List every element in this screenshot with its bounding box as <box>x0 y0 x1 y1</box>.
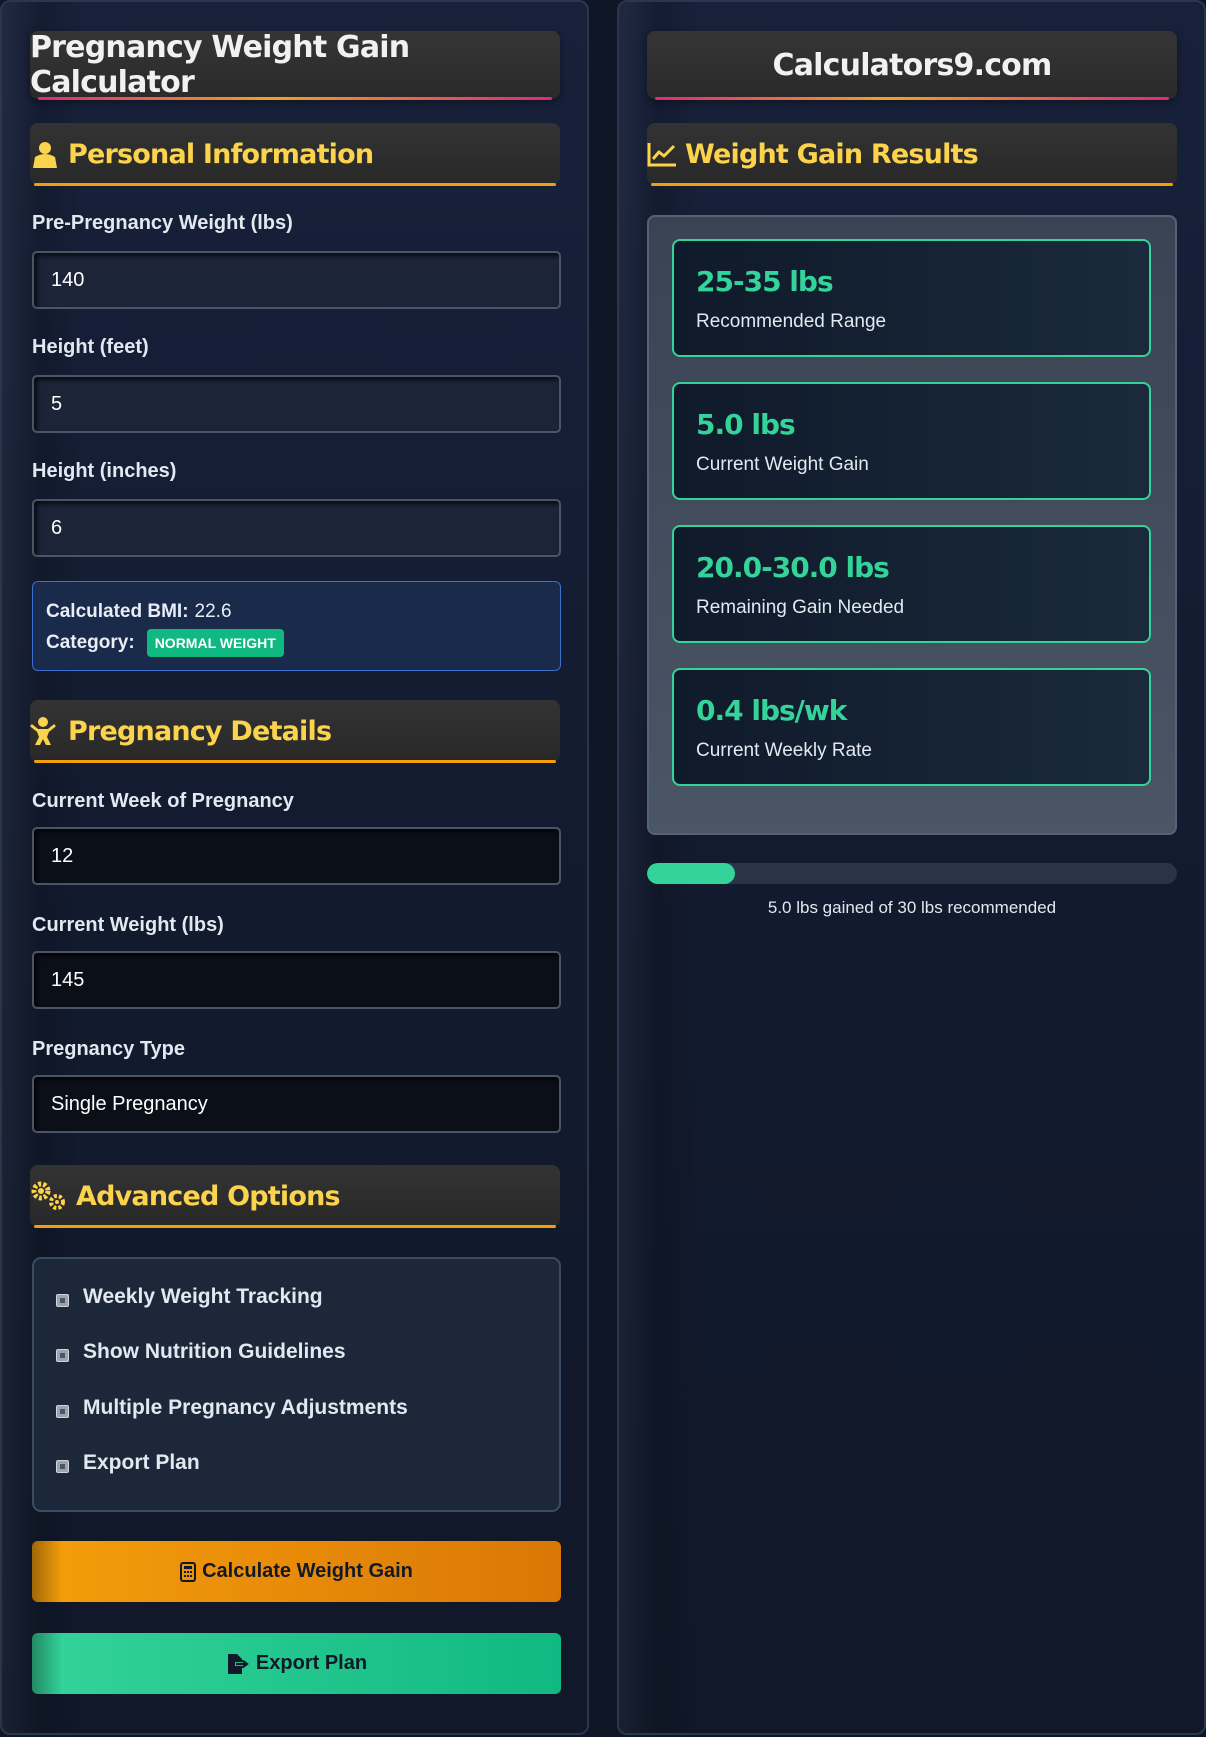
checkbox-icon[interactable] <box>56 1404 69 1418</box>
option-label: Show Nutrition Guidelines <box>83 1340 346 1363</box>
pregnancy-type-select[interactable]: Single Pregnancy <box>32 1075 561 1133</box>
advanced-options-header: Advanced Options <box>30 1165 560 1228</box>
result-card-remaining-gain: 20.0-30.0 lbs Remaining Gain Needed <box>672 525 1151 643</box>
checkbox-icon[interactable] <box>56 1293 69 1307</box>
height-feet-input[interactable]: 5 <box>32 375 561 433</box>
option-multiple-pregnancy[interactable]: Multiple Pregnancy Adjustments <box>56 1396 408 1420</box>
pregnancy-details-header: Pregnancy Details <box>30 700 560 763</box>
option-weekly-tracking[interactable]: Weekly Weight Tracking <box>56 1285 323 1309</box>
result-card-current-gain: 5.0 lbs Current Weight Gain <box>672 382 1151 500</box>
week-input[interactable]: 12 <box>32 827 561 885</box>
calculator-title: Pregnancy Weight Gain Calculator <box>30 30 560 100</box>
result-card-weekly-rate: 0.4 lbs/wk Current Weekly Rate <box>672 668 1151 786</box>
site-title: Calculators9.com <box>647 31 1177 100</box>
bmi-summary: Calculated BMI: 22.6 Category: NORMAL WE… <box>32 581 561 671</box>
result-value: 0.4 lbs/wk <box>696 694 847 727</box>
option-label: Multiple Pregnancy Adjustments <box>83 1396 408 1419</box>
user-icon <box>30 139 60 169</box>
result-value: 20.0-30.0 lbs <box>696 551 890 584</box>
pregnancy-details-title: Pregnancy Details <box>68 715 332 747</box>
result-label: Current Weekly Rate <box>696 740 872 761</box>
results-panel: Calculators9.com Weight Gain Results 25-… <box>617 0 1206 1735</box>
height-inches-input[interactable]: 6 <box>32 499 561 557</box>
baby-icon <box>30 716 60 746</box>
file-export-icon <box>226 1653 250 1675</box>
result-label: Recommended Range <box>696 311 887 332</box>
current-weight-label: Current Weight (lbs) <box>32 914 224 936</box>
results-header: Weight Gain Results <box>647 123 1177 186</box>
export-plan-button[interactable]: Export Plan <box>32 1633 561 1694</box>
result-label: Remaining Gain Needed <box>696 597 905 618</box>
export-plan-button-label: Export Plan <box>255 1652 368 1674</box>
gears-icon <box>30 1181 68 1211</box>
result-value: 5.0 lbs <box>696 408 796 441</box>
height-inches-label: Height (inches) <box>32 460 177 482</box>
calculate-button-label: Calculate Weight Gain <box>202 1560 413 1582</box>
category-badge: NORMAL WEIGHT <box>146 629 284 657</box>
results-grid: 25-35 lbs Recommended Range 5.0 lbs Curr… <box>647 215 1177 835</box>
checkbox-icon[interactable] <box>56 1459 69 1473</box>
pre-weight-input[interactable]: 140 <box>32 251 561 309</box>
progress-bar <box>647 863 1177 884</box>
advanced-options-list: Weekly Weight Tracking Show Nutrition Gu… <box>32 1257 561 1512</box>
personal-info-header: Personal Information <box>30 123 560 186</box>
option-export-plan[interactable]: Export Plan <box>56 1451 200 1475</box>
result-value: 25-35 lbs <box>696 265 834 298</box>
option-label: Weekly Weight Tracking <box>83 1285 323 1308</box>
option-label: Export Plan <box>83 1451 200 1474</box>
bmi-value: 22.6 <box>194 601 232 622</box>
progress-text: 5.0 lbs gained of 30 lbs recommended <box>767 898 1057 917</box>
result-card-recommended-range: 25-35 lbs Recommended Range <box>672 239 1151 357</box>
category-label: Category: <box>46 632 135 653</box>
advanced-options-title: Advanced Options <box>76 1180 341 1212</box>
option-nutrition-guidelines[interactable]: Show Nutrition Guidelines <box>56 1340 346 1364</box>
current-weight-input[interactable]: 145 <box>32 951 561 1009</box>
personal-info-title: Personal Information <box>68 138 374 170</box>
line-chart-icon <box>647 139 677 169</box>
height-feet-label: Height (feet) <box>32 336 149 358</box>
calculate-button[interactable]: Calculate Weight Gain <box>32 1541 561 1602</box>
pregnancy-type-label: Pregnancy Type <box>32 1038 186 1060</box>
week-label: Current Week of Pregnancy <box>32 790 294 812</box>
checkbox-icon[interactable] <box>56 1348 69 1362</box>
progress-fill <box>647 863 736 884</box>
bmi-label: Calculated BMI: <box>46 601 189 622</box>
results-title: Weight Gain Results <box>685 138 979 170</box>
calculator-icon <box>180 1561 197 1582</box>
pre-weight-label: Pre-Pregnancy Weight (lbs) <box>32 212 293 234</box>
calculator-panel: Pregnancy Weight Gain Calculator Persona… <box>0 0 589 1735</box>
result-label: Current Weight Gain <box>696 454 869 475</box>
